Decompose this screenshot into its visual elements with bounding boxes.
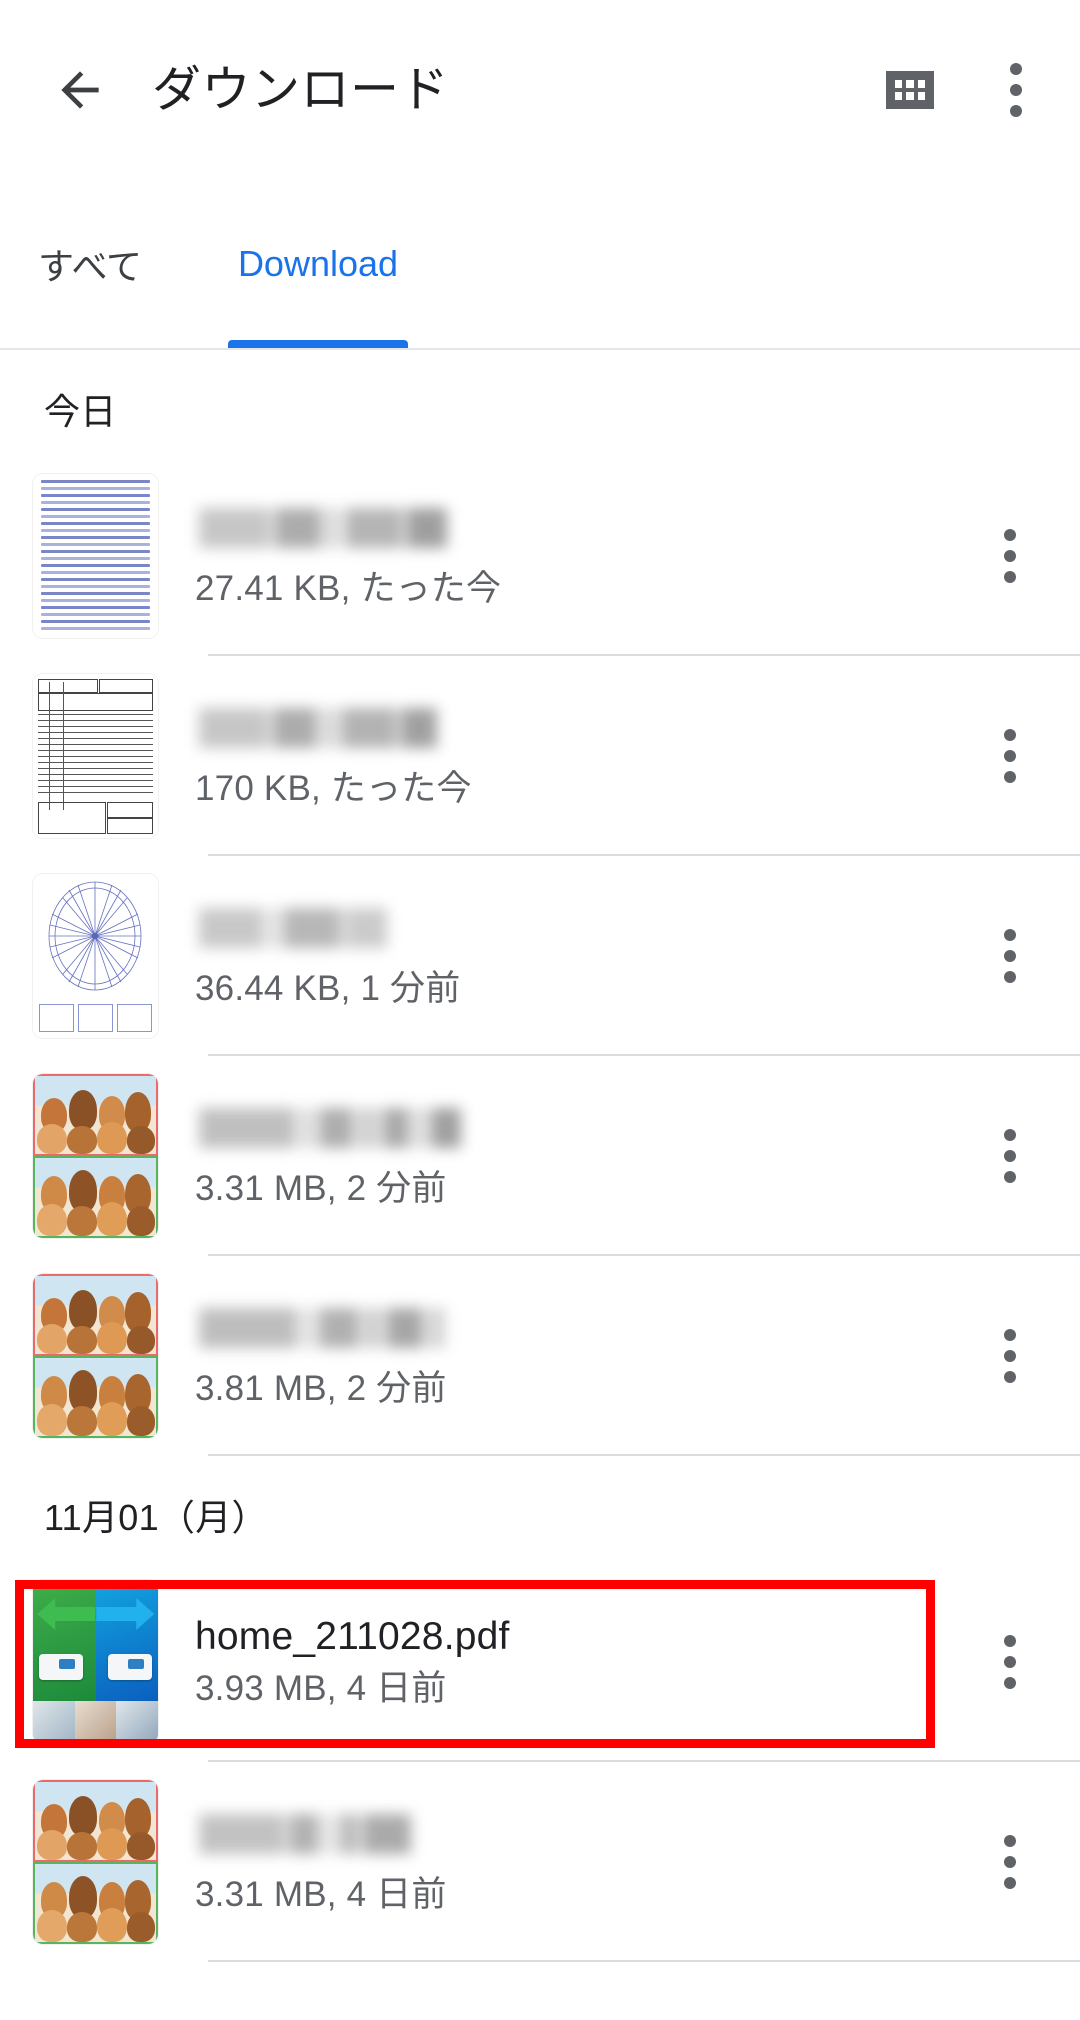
file-info: 3.31 MB, 2 分前	[195, 1102, 962, 1210]
more-vert-icon	[1004, 729, 1016, 783]
file-name-redacted	[195, 1108, 962, 1148]
arrow-left-icon	[61, 71, 99, 109]
section-header-date: 11月01（月）	[44, 1497, 268, 1538]
file-info: 3.81 MB, 2 分前	[195, 1302, 962, 1410]
more-vert-icon	[1004, 1835, 1016, 1889]
tab-active-indicator	[228, 340, 408, 348]
list-item[interactable]: 27.41 KB, たった今	[0, 456, 1080, 656]
file-info: 36.44 KB, 1 分前	[195, 902, 962, 1010]
file-name-redacted	[195, 708, 962, 748]
file-thumbnail	[33, 1074, 158, 1238]
file-meta: 170 KB, たった今	[195, 769, 472, 808]
file-meta: 3.93 MB, 4 日前	[195, 1669, 447, 1708]
tab-all-label: すべて	[37, 246, 143, 287]
illustration-thumbnail	[33, 1274, 158, 1438]
file-thumbnail	[33, 874, 158, 1038]
page-title: ダウンロード	[152, 62, 450, 117]
section-header-today: 今日	[44, 391, 117, 432]
file-name-redacted	[195, 508, 962, 548]
overflow-menu-button[interactable]	[976, 50, 1056, 130]
list-item[interactable]: 170 KB, たった今	[0, 656, 1080, 856]
form-scan-thumbnail	[33, 674, 158, 838]
left-arrow-art	[37, 1598, 96, 1630]
item-overflow-button[interactable]	[962, 1602, 1058, 1722]
list-item[interactable]: 36.44 KB, 1 分前	[0, 856, 1080, 1056]
app-bar: ダウンロード	[0, 0, 1080, 180]
item-overflow-button[interactable]	[962, 896, 1058, 1016]
file-meta: 36.44 KB, 1 分前	[195, 969, 461, 1008]
item-overflow-button[interactable]	[962, 1096, 1058, 1216]
file-thumbnail	[33, 674, 158, 838]
more-vert-icon	[1004, 1329, 1016, 1383]
file-info: home_211028.pdf 3.93 MB, 4 日前	[195, 1614, 962, 1710]
lined-document-thumbnail	[33, 474, 158, 638]
tab-all[interactable]: すべて	[0, 180, 180, 348]
item-overflow-button[interactable]	[962, 496, 1058, 616]
back-button[interactable]	[44, 54, 116, 126]
file-thumbnail	[33, 1274, 158, 1438]
grid-view-icon	[886, 71, 934, 109]
more-vert-icon	[1004, 529, 1016, 583]
list-divider	[208, 1960, 1080, 1962]
file-name: home_211028.pdf	[195, 1614, 510, 1658]
more-vert-icon	[1004, 929, 1016, 983]
right-arrow-art	[95, 1598, 154, 1630]
list-item[interactable]: 3.31 MB, 4 日前	[0, 1762, 1080, 1962]
file-thumbnail	[33, 474, 158, 638]
list-item-highlighted[interactable]: home_211028.pdf 3.93 MB, 4 日前	[0, 1562, 1080, 1762]
item-overflow-button[interactable]	[962, 1296, 1058, 1416]
file-info: 170 KB, たった今	[195, 702, 962, 810]
grid-view-button[interactable]	[870, 50, 950, 130]
more-vert-icon	[1004, 1635, 1016, 1689]
radial-chart-legend	[39, 1004, 152, 1032]
more-vert-icon	[1004, 1129, 1016, 1183]
item-overflow-button[interactable]	[962, 1802, 1058, 1922]
file-meta: 3.31 MB, 4 日前	[195, 1875, 447, 1914]
file-thumbnail	[33, 1780, 158, 1944]
list-item[interactable]: 3.81 MB, 2 分前	[0, 1256, 1080, 1456]
file-name-redacted	[195, 1308, 962, 1348]
tab-download[interactable]: Download	[228, 180, 408, 348]
file-info: 3.31 MB, 4 日前	[195, 1808, 962, 1916]
list-item[interactable]: 3.31 MB, 2 分前	[0, 1056, 1080, 1256]
photo-strip-art	[33, 1701, 158, 1744]
file-list-today: 27.41 KB, たった今 170 KB, たった今 36.44 KB, 1 …	[0, 456, 1080, 1456]
file-name-redacted	[195, 908, 962, 948]
more-vert-icon	[1010, 63, 1022, 117]
file-thumbnail	[33, 1580, 158, 1744]
printer-art	[108, 1653, 152, 1680]
list-divider	[208, 1454, 1080, 1456]
tab-download-label: Download	[237, 243, 399, 284]
file-list-dated: home_211028.pdf 3.93 MB, 4 日前 3.31 MB, 4…	[0, 1562, 1080, 1962]
illustration-thumbnail	[33, 1780, 158, 1944]
printer-promo-thumbnail	[33, 1580, 158, 1744]
tab-bar: すべて Download	[0, 180, 1080, 350]
file-meta: 27.41 KB, たった今	[195, 569, 502, 608]
printer-art	[39, 1653, 83, 1680]
file-meta: 3.31 MB, 2 分前	[195, 1169, 447, 1208]
file-info: 27.41 KB, たった今	[195, 502, 962, 610]
file-name-redacted	[195, 1814, 962, 1854]
item-overflow-button[interactable]	[962, 696, 1058, 816]
app-bar-actions	[870, 50, 1056, 130]
radial-chart-thumbnail	[33, 874, 158, 1038]
illustration-thumbnail	[33, 1074, 158, 1238]
file-meta: 3.81 MB, 2 分前	[195, 1369, 447, 1408]
